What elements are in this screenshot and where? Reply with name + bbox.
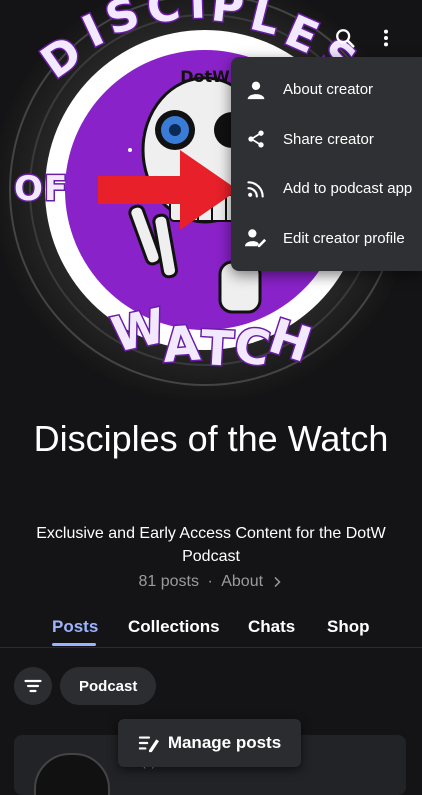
chevron-right-icon (274, 576, 282, 588)
posts-count: 81 posts (138, 573, 199, 591)
svg-text:DotW: DotW (180, 67, 230, 86)
active-tab-indicator (52, 643, 96, 646)
svg-text:I: I (189, 0, 207, 29)
meta-separator: · (207, 573, 213, 591)
creator-name: Disciples of the Watch (33, 418, 389, 459)
svg-text:F: F (44, 169, 67, 209)
filter-icon (24, 679, 42, 693)
person-icon (243, 77, 269, 103)
more-vertical-icon (383, 29, 389, 47)
more-options-button[interactable] (370, 22, 402, 54)
creator-options-menu: About creator Share creator Add to podca… (231, 57, 422, 271)
menu-item-label: Share creator (283, 130, 374, 148)
search-button[interactable] (329, 22, 361, 54)
menu-item-add-to-podcast-app[interactable]: Add to podcast app (231, 164, 422, 214)
tab-posts[interactable]: Posts (52, 617, 98, 637)
svg-text:O: O (14, 169, 43, 209)
tab-shop[interactable]: Shop (327, 617, 370, 637)
menu-item-label: About creator (283, 81, 374, 99)
tab-collections[interactable]: Collections (128, 617, 220, 637)
podcast-filter-chip[interactable]: Podcast (60, 667, 157, 705)
creator-tabs: Posts Collections Chats Shop (0, 617, 422, 648)
red-arrow-annotation (98, 150, 238, 230)
menu-item-label: Add to podcast app (283, 180, 413, 198)
edit-profile-icon (243, 225, 269, 251)
rss-icon (243, 176, 269, 202)
filter-button[interactable] (14, 667, 52, 705)
menu-item-about-creator[interactable]: About creator (231, 65, 422, 115)
about-label: About (221, 573, 264, 590)
tab-chats[interactable]: Chats (248, 617, 295, 637)
creator-meta: 81 posts · About (0, 573, 422, 591)
svg-text:A: A (161, 316, 202, 374)
share-icon (243, 126, 269, 152)
menu-item-share-creator[interactable]: Share creator (231, 115, 422, 165)
about-link[interactable]: About (221, 573, 283, 590)
edit-list-icon (138, 733, 160, 753)
menu-item-edit-creator-profile[interactable]: Edit creator profile (231, 214, 422, 264)
manage-posts-label: Manage posts (167, 733, 282, 752)
svg-text:P: P (209, 0, 246, 34)
creator-description: Exclusive and Early Access Content for t… (36, 525, 386, 565)
post-thumbnail (34, 753, 110, 795)
search-icon (336, 29, 355, 48)
manage-posts-button[interactable]: Manage posts (118, 719, 301, 767)
menu-item-label: Edit creator profile (283, 229, 405, 247)
